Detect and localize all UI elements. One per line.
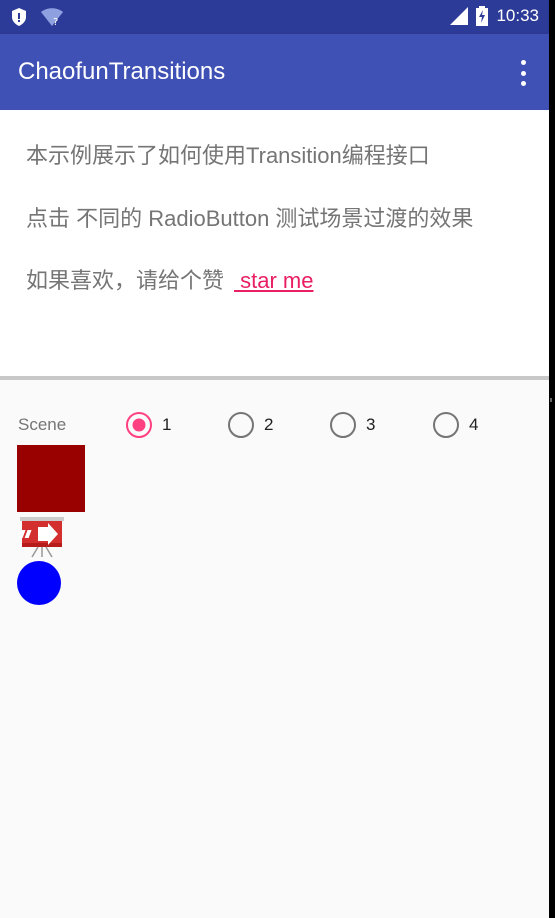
intro-like-text: 如果喜欢，请给个赞 — [26, 268, 225, 293]
scene-label: Scene — [18, 415, 67, 434]
phone-screen: ? 10:33 ChaofunTransitions 本示例展示了如何使用Tra… — [0, 0, 549, 918]
radio-checked-icon — [126, 412, 152, 438]
clock: 10:33 — [496, 6, 539, 25]
overflow-menu-icon[interactable] — [511, 60, 535, 86]
star-me-link[interactable]: star me — [234, 268, 313, 293]
radio-scene-1[interactable]: 1 — [126, 411, 171, 439]
scroll-edge-mark — [550, 398, 552, 402]
divider — [0, 376, 549, 380]
status-bar: ? 10:33 — [0, 0, 549, 34]
radio-scene-3[interactable]: 3 — [330, 411, 375, 439]
radio-unchecked-icon — [330, 412, 356, 438]
radio-label: 4 — [469, 415, 479, 434]
svg-text:?: ? — [53, 17, 58, 27]
radio-scene-4[interactable]: 4 — [433, 411, 478, 439]
intro-line-3: 如果喜欢，请给个赞 star me — [26, 263, 313, 295]
intro-line-1: 本示例展示了如何使用Transition编程接口 — [26, 143, 430, 168]
app-title: ChaofunTransitions — [18, 58, 226, 85]
red-square — [17, 445, 85, 512]
presentation-icon — [18, 517, 64, 558]
radio-unchecked-icon — [433, 412, 459, 438]
toolbar: ChaofunTransitions — [0, 34, 549, 110]
radio-label: 2 — [264, 415, 274, 434]
radio-unchecked-icon — [228, 412, 254, 438]
scene-radio-group: Scene 1 2 3 4 — [0, 405, 549, 445]
intro-line-2: 点击 不同的 RadioButton 测试场景过渡的效果 — [26, 206, 474, 231]
radio-label: 1 — [162, 415, 172, 434]
signal-icon — [450, 7, 469, 25]
radio-scene-2[interactable]: 2 — [228, 411, 273, 439]
wifi-question-icon: ? — [41, 8, 63, 27]
blue-circle — [17, 561, 61, 605]
shield-icon — [12, 8, 26, 26]
battery-charging-icon — [476, 6, 489, 26]
intro-panel: 本示例展示了如何使用Transition编程接口 点击 不同的 RadioBut… — [0, 110, 549, 376]
radio-label: 3 — [366, 415, 376, 434]
